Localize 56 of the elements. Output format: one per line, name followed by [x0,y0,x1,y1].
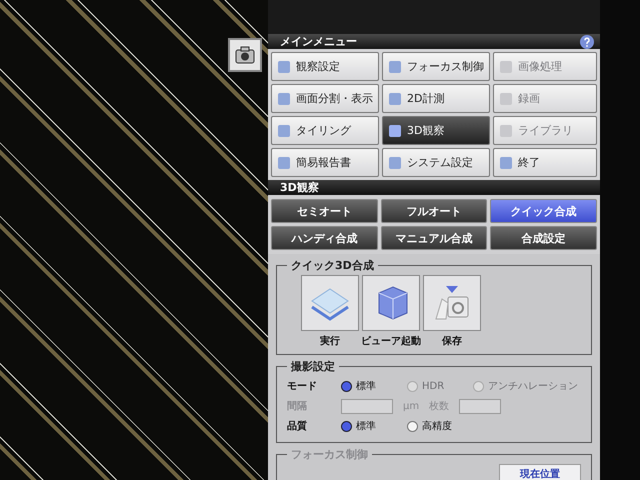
menu-button[interactable]: 画面分割・表示 [271,84,379,113]
radio-label: 標準 [356,420,376,433]
group-title: フォーカス制御 [290,447,369,462]
camera-icon [235,46,255,64]
section-title: 3D観察 [280,180,319,195]
action-button[interactable] [301,275,359,331]
tile-icon [499,124,513,138]
interval-field[interactable] [341,398,393,414]
camera-button[interactable] [228,38,262,72]
tab[interactable]: クイック合成 [490,199,597,223]
menu-button[interactable]: 観察設定 [271,52,379,81]
tab[interactable]: セミオート [271,199,378,223]
radio-button[interactable] [341,380,352,392]
tile-icon [388,156,402,170]
radio-label: アンチハレーション [488,380,578,393]
tile-icon [499,60,513,74]
tile-icon [277,156,291,170]
tile-icon [277,60,291,74]
menu-button[interactable]: 3D観察 [382,116,490,145]
action-button[interactable] [423,275,481,331]
radio-button[interactable] [341,420,352,432]
tab[interactable]: 合成設定 [490,226,597,250]
count-field[interactable] [459,398,502,414]
tile-icon [388,60,402,74]
field-label: 品質 [287,420,308,433]
radio-button[interactable] [407,420,418,432]
menu-button[interactable]: 2D計測 [382,84,490,113]
field-label: 間隔 [287,400,308,413]
menu-button[interactable]: フォーカス制御 [382,52,490,81]
unit-label: µm [403,400,420,412]
tab[interactable]: マニュアル合成 [380,226,488,250]
group-title: クイック3D合成 [290,258,375,273]
action-label: 実行 [320,334,340,348]
main-menu-title: メインメニュー [280,34,357,49]
menu-button[interactable]: 終了 [493,148,597,177]
radio-label: HDR [422,380,444,392]
field-label: 枚数 [429,400,450,413]
help-icon[interactable] [580,34,594,48]
tile-icon [388,124,402,138]
tile-icon [277,124,291,138]
tab[interactable]: フルオート [380,199,488,223]
tab[interactable]: ハンディ合成 [271,226,378,250]
group-title: 撮影設定 [290,359,336,374]
action-label: 保存 [442,334,462,348]
tile-icon [499,92,513,106]
menu-button[interactable]: タイリング [271,116,379,145]
menu-button[interactable]: システム設定 [382,148,490,177]
menu-button[interactable]: 簡易報告書 [271,148,379,177]
radio-label: 高精度 [422,420,452,433]
action-button[interactable] [362,275,420,331]
tile-icon [499,156,513,170]
tile-icon [388,92,402,106]
radio-label: 標準 [356,380,376,393]
action-label: ビューア起動 [361,334,421,348]
field-label: モード [287,380,318,393]
tile-icon [277,92,291,106]
